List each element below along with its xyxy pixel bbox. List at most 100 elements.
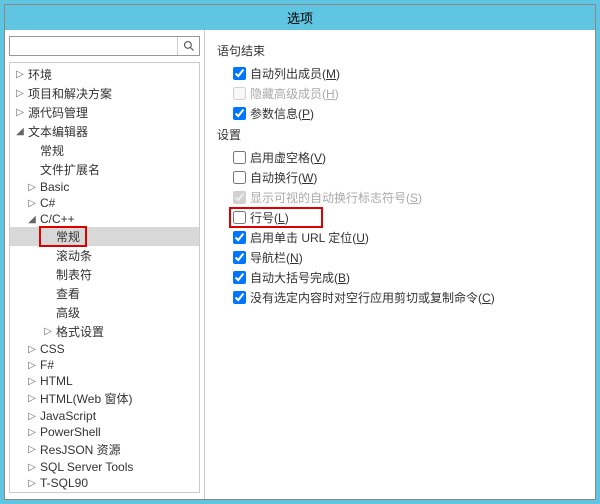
tree-item[interactable]: ▷JavaScript bbox=[10, 408, 199, 424]
tree-item[interactable]: 文件扩展名 bbox=[10, 160, 199, 179]
tree-item[interactable]: ▷C# bbox=[10, 195, 199, 211]
watermark-url: www.33LC.com bbox=[514, 475, 590, 487]
option-row: 启用虚空格(V) bbox=[233, 149, 583, 166]
tree-item[interactable]: ▷环境 bbox=[10, 65, 199, 84]
tree-item-label: 常规 bbox=[38, 142, 64, 159]
option-mnemonic: (V) bbox=[310, 151, 326, 165]
tree-item-label: T-SQL90 bbox=[38, 476, 88, 490]
tree-item-label: 文本编辑器 bbox=[26, 123, 88, 140]
chevron-right-icon[interactable]: ▷ bbox=[26, 198, 38, 209]
chevron-right-icon[interactable]: ▷ bbox=[42, 326, 54, 337]
left-panel: ▷环境▷项目和解决方案▷源代码管理◢文本编辑器常规文件扩展名▷Basic▷C#◢… bbox=[5, 30, 205, 499]
section-statement-completion: 语句结束 bbox=[217, 42, 583, 59]
option-checkbox[interactable] bbox=[233, 291, 246, 304]
right-panel: 语句结束 自动列出成员(M)隐藏高级成员(H)参数信息(P) 设置 启用虚空格(… bbox=[205, 30, 595, 499]
option-checkbox[interactable] bbox=[233, 67, 246, 80]
chevron-right-icon[interactable]: ▷ bbox=[26, 182, 38, 193]
tree-item-label: 滚动条 bbox=[54, 247, 92, 264]
option-row: 显示可视的自动换行标志符号(S) bbox=[233, 189, 583, 206]
tree-item[interactable]: ▷项目和解决方案 bbox=[10, 84, 199, 103]
chevron-right-icon[interactable]: ▷ bbox=[26, 427, 38, 438]
option-label: 显示可视的自动换行标志符号 bbox=[250, 189, 406, 206]
option-label: 启用单击 URL 定位 bbox=[250, 229, 352, 246]
search-input[interactable] bbox=[10, 37, 177, 55]
tree-item[interactable]: ◢C/C++ bbox=[10, 211, 199, 227]
tree-item[interactable]: ▷Basic bbox=[10, 179, 199, 195]
chevron-right-icon[interactable]: ▷ bbox=[26, 411, 38, 422]
chevron-right-icon[interactable]: ▷ bbox=[26, 360, 38, 371]
option-checkbox[interactable] bbox=[233, 151, 246, 164]
option-checkbox[interactable] bbox=[233, 251, 246, 264]
tree-item-label: C/C++ bbox=[38, 212, 75, 226]
chevron-right-icon[interactable]: ▷ bbox=[14, 107, 26, 118]
tree-item[interactable]: 常规 bbox=[10, 141, 199, 160]
tree-item-label: 查看 bbox=[54, 285, 80, 302]
chevron-right-icon[interactable]: ▷ bbox=[26, 393, 38, 404]
tree-item-label: 源代码管理 bbox=[26, 104, 88, 121]
option-row: 参数信息(P) bbox=[233, 105, 583, 122]
option-checkbox bbox=[233, 87, 246, 100]
watermark-name: 绿茶软件园 bbox=[514, 459, 590, 474]
tree-item[interactable]: ▷HTML(Web 窗体) bbox=[10, 389, 199, 408]
option-row: 隐藏高级成员(H) bbox=[233, 85, 583, 102]
tree-item[interactable]: 常规 bbox=[10, 227, 199, 246]
tree-item[interactable]: ◢文本编辑器 bbox=[10, 122, 199, 141]
option-label: 启用虚空格 bbox=[250, 149, 310, 166]
option-row: 启用单击 URL 定位(U) bbox=[233, 229, 583, 246]
option-checkbox[interactable] bbox=[233, 171, 246, 184]
option-row: 自动列出成员(M) bbox=[233, 65, 583, 82]
tree-item-label: F# bbox=[38, 358, 54, 372]
chevron-down-icon[interactable]: ◢ bbox=[26, 214, 38, 225]
option-mnemonic: (S) bbox=[406, 191, 422, 205]
tree-item[interactable]: ▷T-SQL90 bbox=[10, 475, 199, 491]
tree-item[interactable]: ▷PowerShell bbox=[10, 424, 199, 440]
dialog-title: 选项 bbox=[5, 5, 595, 30]
tree-item[interactable]: ▷ResJSON 资源 bbox=[10, 440, 199, 459]
option-mnemonic: (M) bbox=[322, 67, 340, 81]
tree-item-label: 文件扩展名 bbox=[38, 161, 100, 178]
tree-item-label: Basic bbox=[38, 180, 69, 194]
option-mnemonic: (P) bbox=[298, 107, 314, 121]
option-label: 行号 bbox=[250, 209, 274, 226]
tree-item-label: SQL Server Tools bbox=[38, 460, 133, 474]
option-label: 自动大括号完成 bbox=[250, 269, 334, 286]
tree-item[interactable]: ▷源代码管理 bbox=[10, 103, 199, 122]
chevron-right-icon[interactable]: ▷ bbox=[26, 344, 38, 355]
tree-item[interactable]: 高级 bbox=[10, 303, 199, 322]
options-dialog: 选项 ▷环境▷项目和解决方案▷源代码管理◢文本编辑器常规文件扩展名▷Basic▷… bbox=[4, 4, 596, 500]
option-mnemonic: (H) bbox=[322, 87, 339, 101]
tree-item[interactable]: ▷CSS bbox=[10, 341, 199, 357]
chevron-right-icon[interactable]: ▷ bbox=[26, 478, 38, 489]
chevron-right-icon[interactable]: ▷ bbox=[14, 88, 26, 99]
tree-item[interactable]: ▷F# bbox=[10, 357, 199, 373]
search-button[interactable] bbox=[177, 37, 199, 55]
tree-item-label: ResJSON 资源 bbox=[38, 441, 121, 458]
tree-item-label: PowerShell bbox=[38, 425, 101, 439]
chevron-right-icon[interactable]: ▷ bbox=[26, 376, 38, 387]
option-mnemonic: (N) bbox=[286, 251, 303, 265]
option-checkbox[interactable] bbox=[233, 107, 246, 120]
tree-item[interactable]: ▷HTML bbox=[10, 373, 199, 389]
option-checkbox[interactable] bbox=[233, 211, 246, 224]
tree-scroll[interactable]: ▷环境▷项目和解决方案▷源代码管理◢文本编辑器常规文件扩展名▷Basic▷C#◢… bbox=[9, 62, 200, 493]
option-checkbox[interactable] bbox=[233, 271, 246, 284]
tree-item-label: HTML(Web 窗体) bbox=[38, 390, 132, 407]
tree-item[interactable]: 滚动条 bbox=[10, 246, 199, 265]
tree-item[interactable]: ▷TypeScript bbox=[10, 491, 199, 493]
chevron-right-icon[interactable]: ▷ bbox=[26, 462, 38, 473]
option-checkbox[interactable] bbox=[233, 231, 246, 244]
chevron-down-icon[interactable]: ◢ bbox=[14, 126, 26, 137]
chevron-right-icon[interactable]: ▷ bbox=[26, 444, 38, 455]
option-row: 导航栏(N) bbox=[233, 249, 583, 266]
chevron-right-icon[interactable]: ▷ bbox=[14, 69, 26, 80]
tree-item-label: JavaScript bbox=[38, 409, 96, 423]
search-icon bbox=[183, 40, 195, 52]
tree-item[interactable]: ▷格式设置 bbox=[10, 322, 199, 341]
option-row: 自动大括号完成(B) bbox=[233, 269, 583, 286]
tree-item[interactable]: 查看 bbox=[10, 284, 199, 303]
tree-item[interactable]: ▷SQL Server Tools bbox=[10, 459, 199, 475]
tree-item-label: 格式设置 bbox=[54, 323, 104, 340]
dialog-content: ▷环境▷项目和解决方案▷源代码管理◢文本编辑器常规文件扩展名▷Basic▷C#◢… bbox=[5, 30, 595, 499]
tree-item[interactable]: 制表符 bbox=[10, 265, 199, 284]
option-mnemonic: (L) bbox=[274, 211, 289, 225]
